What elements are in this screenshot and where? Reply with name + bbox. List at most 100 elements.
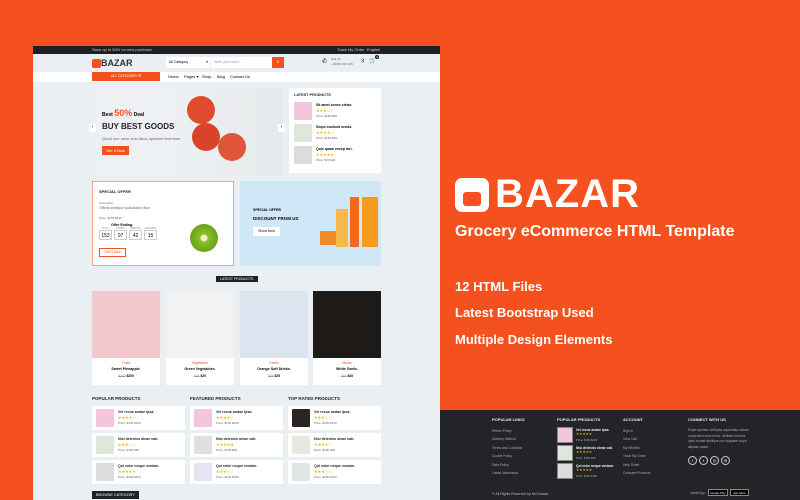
logo[interactable]: BAZAR <box>92 58 133 69</box>
product-thumbnail <box>294 146 312 164</box>
list-heading: FEATURED PRODUCTS <box>190 396 241 401</box>
footer-product[interactable]: Vel recus andae Ipsa. ★★★★★ Price: $150 … <box>557 427 617 444</box>
product-thumbnail <box>194 463 212 481</box>
all-category-button[interactable]: ALL CATEGORY ☰ <box>92 72 160 81</box>
nav-pages[interactable]: Pages ▾ <box>184 74 198 79</box>
hero-cta-button[interactable]: Get It Now <box>102 146 129 155</box>
product-thumbnail <box>96 463 114 481</box>
tomato-image <box>218 133 246 161</box>
list-item[interactable]: Sequi incidunt sends. ★★★★☆ Price: $150 … <box>294 124 379 144</box>
offer-cta-button[interactable]: Get It Now <box>99 248 126 257</box>
nav-shop[interactable]: Shop <box>202 74 211 79</box>
list-item[interactable]: Vel recus andae Ipsa. ★★★★☆ Price: $150 … <box>190 406 283 430</box>
footer-link[interactable]: Delivery Method <box>492 437 516 441</box>
list-item[interactable]: Nisi deleniss oleae cati. ★★★★★ Price: $… <box>190 433 283 457</box>
footer-product[interactable]: Qui enim neque veniam. ★★★★★ Price: $200… <box>557 463 617 480</box>
next-slide-button[interactable]: › <box>278 124 285 132</box>
kiwi-image <box>190 224 218 252</box>
product-thumbnail <box>292 409 310 427</box>
hero-title: BUY BEST GOODS <box>102 122 175 131</box>
list-item[interactable]: Vel recus andae Ipsa. ★★★☆☆ Price: $150 … <box>288 406 381 430</box>
footer-link[interactable]: Cookie Policy <box>492 454 512 458</box>
footer-link[interactable]: Data Policy <box>492 463 509 467</box>
nav-bar: ALL CATEGORY ☰ Home Pages ▾ Shop Blog Co… <box>33 72 440 82</box>
footer-account-link[interactable]: Sign In <box>623 429 633 433</box>
tomato-image <box>192 123 220 151</box>
footer-account-link[interactable]: Compare Products <box>623 471 651 475</box>
list-item[interactable]: Qui enim neque veniam. ★★★★★ Price: $200… <box>92 460 185 484</box>
facebook-icon[interactable]: f <box>688 456 697 465</box>
promo-text: Save up to 50% on new purchase. <box>92 47 153 52</box>
countdown-unit: DAYS 153 <box>99 228 112 240</box>
product-thumbnail <box>557 463 573 479</box>
hero-slider: Best 50% Deal BUY BEST GOODS Quod iure n… <box>89 88 285 176</box>
feature-item: Multiple Design Elements <box>455 332 613 347</box>
footer-account-link[interactable]: View Cart <box>623 437 637 441</box>
cart-count-badge: 0 <box>375 55 379 59</box>
rating-stars: ★★★★★ <box>316 152 334 157</box>
product-image <box>166 291 234 358</box>
app-store-button[interactable]: App Store <box>730 489 749 496</box>
list-item[interactable]: Qui enim neque veniam. ★★★☆☆ Price: $200… <box>190 460 283 484</box>
rating-stars: ★★★☆☆ <box>314 415 332 420</box>
track-order-link[interactable]: Track My Order <box>337 46 365 54</box>
footer-link[interactable]: Return Policy <box>492 429 512 433</box>
special-offer-card: SPECIAL OFFER Cosmetics Officiis similiq… <box>92 181 234 266</box>
list-item[interactable]: Quis quam excep turi. ★★★★★ Price: $30 $… <box>294 146 379 166</box>
footer-account-link[interactable]: Track My Order <box>623 454 646 458</box>
twitter-icon[interactable]: t <box>699 456 708 465</box>
list-item[interactable]: Nisi deleniss oleae cati. ★★★☆☆ Price: $… <box>92 433 185 457</box>
product-card[interactable]: Drinks Orange Soft Drinks. $35 $25 <box>240 291 308 385</box>
brand-logo-icon <box>455 178 489 212</box>
feature-item: Latest Bootstrap Used <box>455 305 594 320</box>
footer-account-link[interactable]: Help Ticket <box>623 463 639 467</box>
nav-blog[interactable]: Blog <box>217 74 225 79</box>
footer-link[interactable]: Terms and Condition <box>492 446 522 450</box>
product-card[interactable]: Meats White Garlic. $50 $45 <box>313 291 381 385</box>
browse-category-heading: BROWSE CATEGORY <box>92 491 139 499</box>
nav-home[interactable]: Home <box>168 74 179 79</box>
product-thumbnail <box>194 409 212 427</box>
list-item[interactable]: Sit amet conse ctetur. ★★★☆☆ Price: $150… <box>294 102 379 122</box>
rating-stars: ★★★☆☆ <box>118 442 136 447</box>
list-heading: POPULAR PRODUCTS <box>92 396 141 401</box>
product-bottle-image <box>336 209 348 247</box>
product-bottle-image <box>362 197 378 247</box>
list-item[interactable]: Nisi deleniss oleae cati. ★★★★☆ Price: $… <box>288 433 381 457</box>
category-select[interactable]: All Category ▾ <box>166 57 210 68</box>
search-button[interactable]: ⌕ <box>272 57 284 68</box>
google-play-button[interactable]: Google Play <box>708 489 728 496</box>
phone-icon: ✆ <box>322 59 328 65</box>
rating-stars: ★★★★★ <box>216 442 234 447</box>
hero-subtitle: Quod iure nece solu tibus aperiam invent… <box>102 136 181 141</box>
product-thumbnail <box>294 124 312 142</box>
instagram-icon[interactable]: ◎ <box>710 456 719 465</box>
list-item[interactable]: Vel recus andae Ipsa. ★★★★☆ Price: $150 … <box>92 406 185 430</box>
list-item[interactable]: Qui enim neque veniam. ★★★☆☆ Price: $200… <box>288 460 381 484</box>
product-image <box>240 291 308 358</box>
list-heading: TOP RATED PRODUCTS <box>288 396 341 401</box>
search-input[interactable]: Write your need... <box>211 57 272 68</box>
compare-icon[interactable]: ⤨ <box>360 58 364 64</box>
product-thumbnail <box>194 436 212 454</box>
nav-contact[interactable]: Contact Us <box>230 74 250 79</box>
footer-product[interactable]: Nisi deleniss oleae cati. ★★★★★ Price: $… <box>557 445 617 462</box>
language-select[interactable]: English <box>367 46 380 54</box>
footer-account-link[interactable]: My Wishlist <box>623 446 640 450</box>
hero-deal: Best 50% Deal <box>102 108 145 118</box>
prev-slide-button[interactable]: ‹ <box>89 124 96 132</box>
brand-name: BAZAR <box>495 172 640 216</box>
footer-link[interactable]: Latest Information <box>492 471 518 475</box>
feature-item: 12 HTML Files <box>455 279 543 294</box>
rating-stars: ★★★★☆ <box>118 415 136 420</box>
countdown-unit: HOURS 07 <box>114 228 127 240</box>
rating-stars: ★★★☆☆ <box>316 108 334 113</box>
copyright: © All Rights Reserved by Md Dalwar <box>492 492 549 496</box>
rating-stars: ★★★★☆ <box>314 442 332 447</box>
email-icon[interactable]: ✉ <box>721 456 730 465</box>
product-card[interactable]: Vegetables Green Vegetables. $40 $20 <box>166 291 234 385</box>
product-image <box>92 291 160 358</box>
top-bar: Save up to 50% on new purchase. Track My… <box>33 46 440 54</box>
show-now-button[interactable]: Show Now <box>253 227 280 236</box>
product-card[interactable]: Fruits Sweet Pineapple. $300 $200 <box>92 291 160 385</box>
